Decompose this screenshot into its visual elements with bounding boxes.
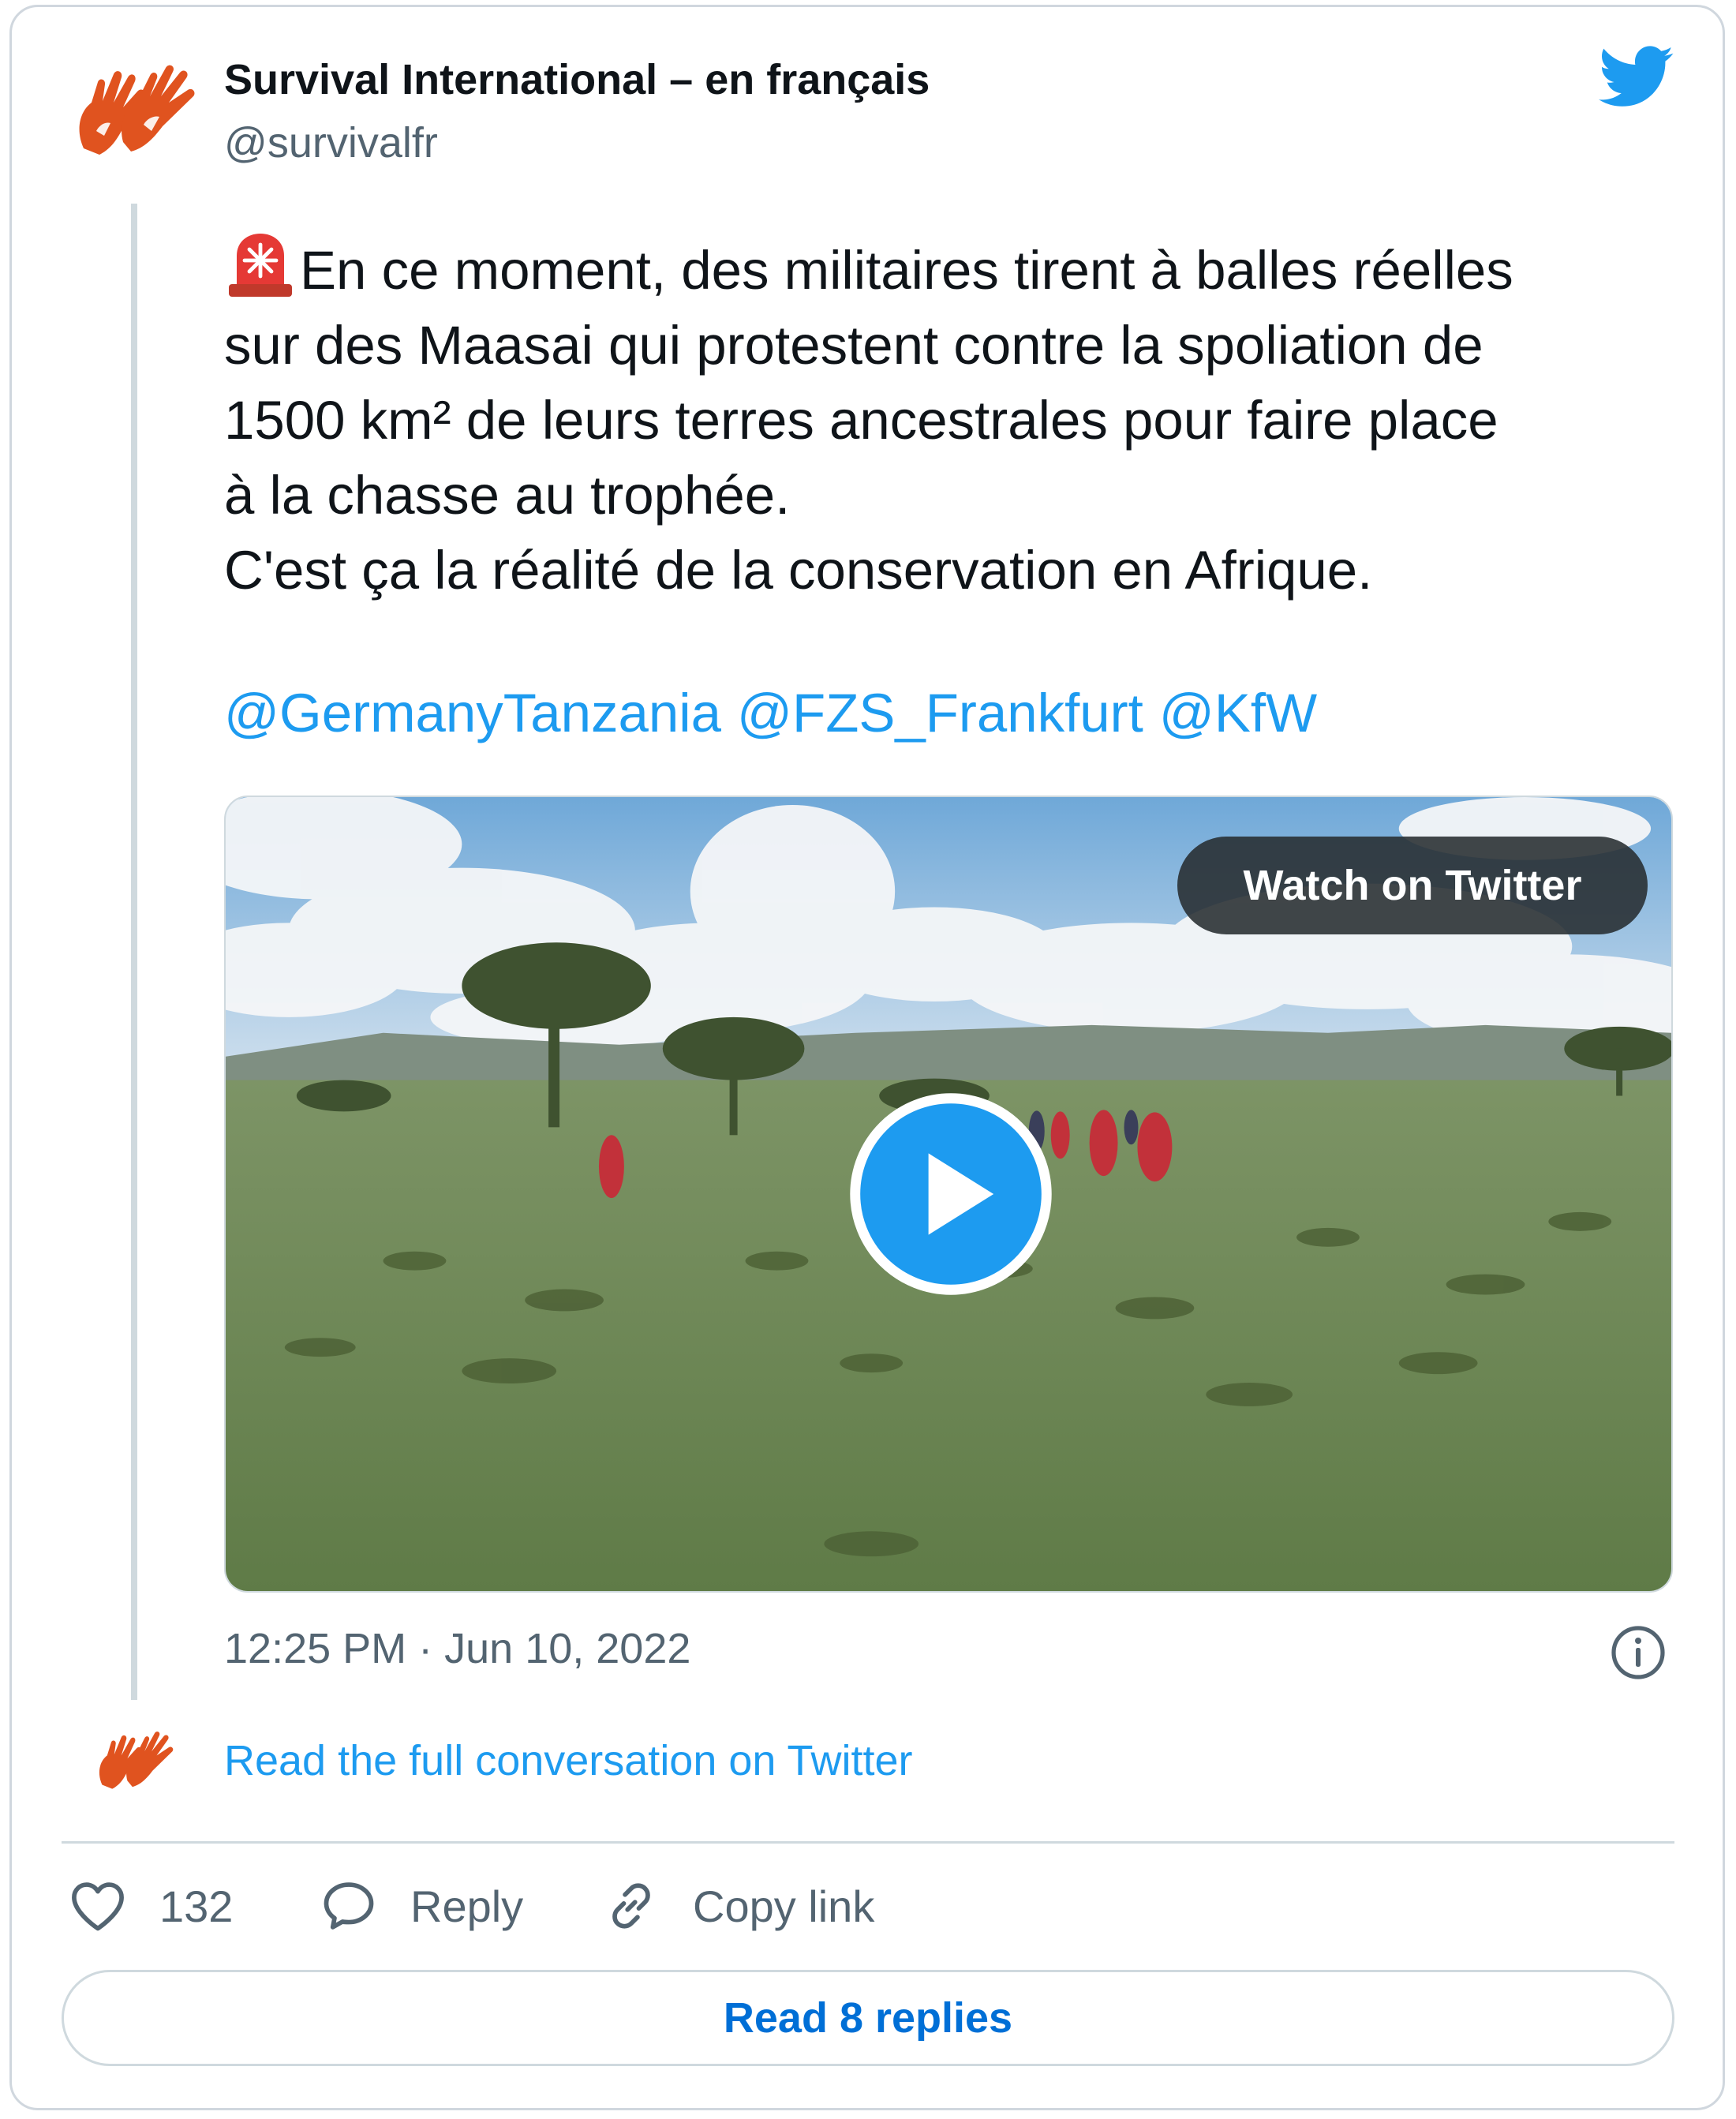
speech-bubble-icon: [324, 1882, 374, 1930]
heart-icon: [72, 1882, 124, 1931]
read-full-conversation-link[interactable]: Read the full conversation on Twitter: [224, 1736, 913, 1785]
author-name[interactable]: Survival International – en français: [224, 55, 930, 104]
divider: [62, 1841, 1674, 1844]
tweet-line-4: à la chasse au trophée.: [224, 465, 791, 526]
copy-link-label: Copy link: [693, 1881, 875, 1931]
like-button[interactable]: 132: [68, 1870, 233, 1941]
tweet-line-3: 1500 km² de leurs terres ancestrales pou…: [224, 390, 1498, 451]
read-replies-button[interactable]: Read 8 replies: [62, 1970, 1674, 2066]
copy-link-button[interactable]: Copy link: [601, 1870, 874, 1941]
tweet-mentions: @GermanyTanzania @FZS_Frankfurt @KfW: [224, 682, 1333, 744]
tweet-line-1: En ce moment, des militaires tirent à ba…: [224, 230, 1692, 308]
tweet-timestamp[interactable]: 12:25 PM · Jun 10, 2022: [224, 1624, 690, 1673]
info-icon[interactable]: [1610, 1624, 1667, 1681]
reply-label: Reply: [410, 1881, 524, 1931]
rotating-light-icon: [229, 234, 292, 297]
like-count: 132: [159, 1881, 234, 1931]
watch-on-twitter-button[interactable]: Watch on Twitter: [1177, 837, 1648, 934]
link-icon: [612, 1883, 650, 1929]
mention-link[interactable]: @KfW: [1159, 683, 1317, 743]
thread-line: [131, 204, 137, 1700]
tweet-text: En ce moment, des militaires tirent à ba…: [224, 230, 1692, 608]
avatar[interactable]: [68, 55, 202, 174]
conversation-avatar: [99, 1732, 174, 1789]
twitter-bird-icon[interactable]: [1599, 46, 1674, 109]
video-thumbnail[interactable]: Watch on Twitter: [224, 796, 1673, 1593]
tweet-line-text: En ce moment, des militaires tirent à ba…: [300, 240, 1513, 301]
author-handle[interactable]: @survivalfr: [224, 118, 438, 167]
play-icon[interactable]: [849, 1092, 1053, 1296]
tweet-line-5: C'est ça la réalité de la conservation e…: [224, 540, 1373, 601]
reply-button[interactable]: Reply: [319, 1870, 523, 1941]
mention-link[interactable]: @FZS_Frankfurt: [737, 683, 1143, 743]
tweet-line-2: sur des Maasai qui protestent contre la …: [224, 315, 1483, 376]
mention-link[interactable]: @GermanyTanzania: [224, 683, 721, 743]
